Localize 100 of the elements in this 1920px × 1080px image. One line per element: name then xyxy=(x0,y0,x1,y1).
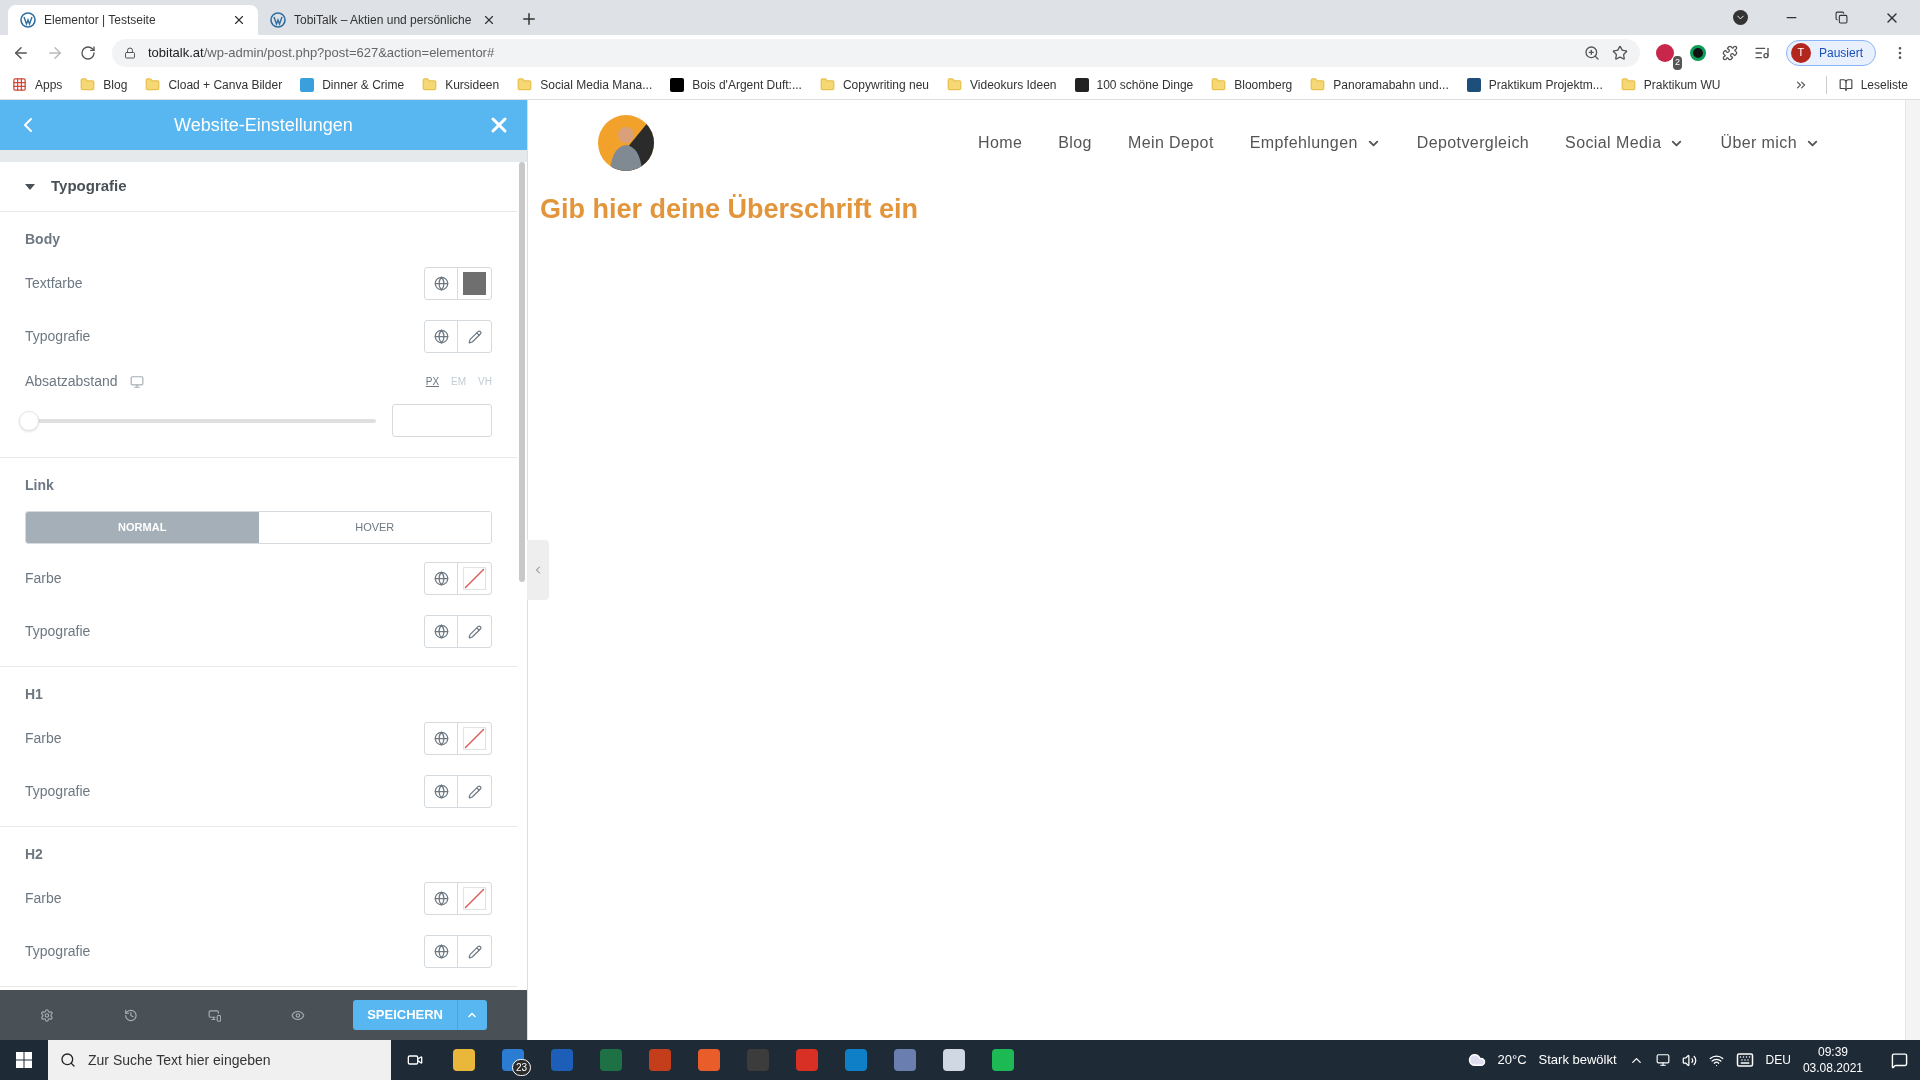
caret-icon xyxy=(25,183,35,190)
clock-date[interactable]: 03.08.2021 xyxy=(1802,1060,1863,1076)
profile-avatar: T xyxy=(1790,42,1811,63)
number-input[interactable] xyxy=(392,404,492,437)
folder-icon xyxy=(422,77,438,92)
lock-icon xyxy=(124,46,136,59)
slider-thumb[interactable] xyxy=(19,410,39,431)
browser-tab[interactable]: TobiTalk – Aktien und persönliche xyxy=(258,5,508,35)
page-scrollbar[interactable] xyxy=(1905,100,1920,1040)
bookmark-link[interactable]: Dinner & Crime xyxy=(322,75,405,94)
clock-time[interactable]: 09:39 xyxy=(1817,1044,1848,1060)
logo-avatar xyxy=(598,115,654,171)
address-bar[interactable]: tobitalk.at/wp-admin/post.php?post=627&action=elementor# xyxy=(112,38,1640,67)
control-label: Typografie xyxy=(25,782,91,801)
folder-icon xyxy=(947,77,962,92)
empty-color-swatch[interactable] xyxy=(463,727,486,750)
close-tab-icon[interactable] xyxy=(482,13,496,27)
group-heading: H1 xyxy=(25,686,43,702)
control-label: Farbe xyxy=(25,889,62,908)
bookmark-link[interactable]: Copywriting neu xyxy=(842,75,929,94)
edit-icon[interactable] xyxy=(467,329,482,344)
profile-button[interactable]: T Pausiert xyxy=(1785,39,1876,66)
bookmark-link[interactable]: Praktikum Projektm... xyxy=(1488,75,1603,94)
empty-color-swatch[interactable] xyxy=(463,567,486,590)
control-label: Absatzabstand xyxy=(25,372,118,391)
extension-badge: 2 xyxy=(1672,56,1682,70)
bookmark-link[interactable]: Kursideen xyxy=(445,75,500,94)
control-label: Typografie xyxy=(25,622,91,641)
bookmark-link[interactable]: Blog xyxy=(103,75,128,94)
volume-icon[interactable] xyxy=(1681,1052,1697,1068)
nav-link[interactable]: Empfehlungen xyxy=(1249,131,1381,155)
bookmark-link[interactable]: 100 schöne Dinge xyxy=(1096,75,1194,94)
empty-color-swatch[interactable] xyxy=(463,887,486,910)
control-label: Textfarbe xyxy=(25,274,83,293)
group-heading: H2 xyxy=(25,846,43,862)
folder-icon xyxy=(80,77,96,92)
group-heading: Body xyxy=(25,231,60,247)
close-tab-icon[interactable] xyxy=(232,13,246,27)
color-swatch[interactable] xyxy=(463,272,486,295)
restore-icon[interactable] xyxy=(1835,11,1848,24)
nav-link[interactable]: Über mich xyxy=(1720,131,1820,155)
folder-icon xyxy=(145,77,161,92)
folder-icon xyxy=(819,77,835,92)
wordpress-icon xyxy=(20,12,36,28)
zoom-icon[interactable] xyxy=(1583,44,1600,61)
wordpress-icon xyxy=(270,12,286,28)
page-heading: Gib hier deine Überschrift ein xyxy=(540,194,919,224)
extension-icon[interactable] xyxy=(1689,44,1706,61)
temperature-text: 20°C xyxy=(1497,1051,1527,1070)
nav-link[interactable]: Home xyxy=(978,131,1023,155)
reload-icon[interactable] xyxy=(80,44,96,61)
collapse-panel-handle[interactable] xyxy=(527,540,549,600)
weather-icon xyxy=(1467,1051,1486,1069)
edit-icon[interactable] xyxy=(467,784,482,799)
network-icon[interactable] xyxy=(1708,1052,1724,1068)
control-label: Typografie xyxy=(25,942,91,961)
reading-list-link[interactable]: Leseliste xyxy=(1860,75,1908,94)
bookmark-link[interactable]: Cload + Canva Bilder xyxy=(168,75,283,94)
search-icon xyxy=(60,1052,76,1068)
bookmark-link[interactable]: Bloomberg xyxy=(1234,75,1293,94)
section-header[interactable]: Typografie xyxy=(0,162,517,212)
settings-icon[interactable] xyxy=(40,1007,54,1023)
nav-link[interactable]: Social Media xyxy=(1565,131,1685,155)
browser-tab[interactable]: Elementor | Testseite xyxy=(8,5,258,35)
url-text: tobitalk.at/wp-admin/post.php?post=627&action=elementor# xyxy=(148,43,495,62)
bookmark-link[interactable]: Praktikum WU xyxy=(1643,75,1721,94)
responsive-mode-icon[interactable] xyxy=(207,1007,222,1023)
keyboard-icon[interactable] xyxy=(1735,1051,1754,1069)
weather-text: Stark bewölkt xyxy=(1538,1051,1617,1070)
nav-link[interactable]: Depotvergleich xyxy=(1416,131,1530,155)
new-tab-icon[interactable] xyxy=(520,10,538,28)
unit-option[interactable]: PX xyxy=(425,374,440,389)
bookmark-link[interactable]: Panoramabahn und... xyxy=(1333,75,1449,94)
notifications-icon[interactable] xyxy=(1891,1051,1908,1069)
language-indicator[interactable]: DEU xyxy=(1765,1051,1791,1069)
edit-icon[interactable] xyxy=(467,624,482,639)
slider-track[interactable] xyxy=(19,409,376,432)
control-label: Farbe xyxy=(25,729,62,748)
history-icon[interactable] xyxy=(123,1007,138,1023)
tab-search-icon[interactable] xyxy=(1733,10,1748,25)
reading-list-icon xyxy=(1838,77,1853,92)
apps-grid-icon xyxy=(12,77,27,92)
extensions-icon[interactable] xyxy=(1721,44,1738,61)
bookmark-link[interactable]: Bois d'Argent Duft:... xyxy=(692,75,802,94)
edit-icon[interactable] xyxy=(467,944,482,959)
panel-header: Website-Einstellungen xyxy=(0,100,527,150)
bookmark-link[interactable]: Videokurs Ideen xyxy=(970,75,1057,94)
folder-icon xyxy=(1211,77,1227,92)
nav-link[interactable]: Mein Depot xyxy=(1127,131,1214,155)
folder-icon xyxy=(517,77,533,92)
group-heading: Link xyxy=(25,477,54,493)
scrollbar[interactable] xyxy=(519,162,525,582)
bookmark-star-icon[interactable] xyxy=(1611,44,1628,61)
bookmark-link[interactable]: Social Media Mana... xyxy=(540,75,653,94)
folder-icon xyxy=(1620,77,1636,92)
control-label: Farbe xyxy=(25,569,62,588)
nav-link[interactable]: Blog xyxy=(1058,131,1092,155)
bookmark-link[interactable]: Apps xyxy=(35,75,63,94)
folder-icon xyxy=(1310,77,1326,92)
taskbar-search-field[interactable]: Zur Suche Text hier eingeben xyxy=(48,1040,391,1080)
